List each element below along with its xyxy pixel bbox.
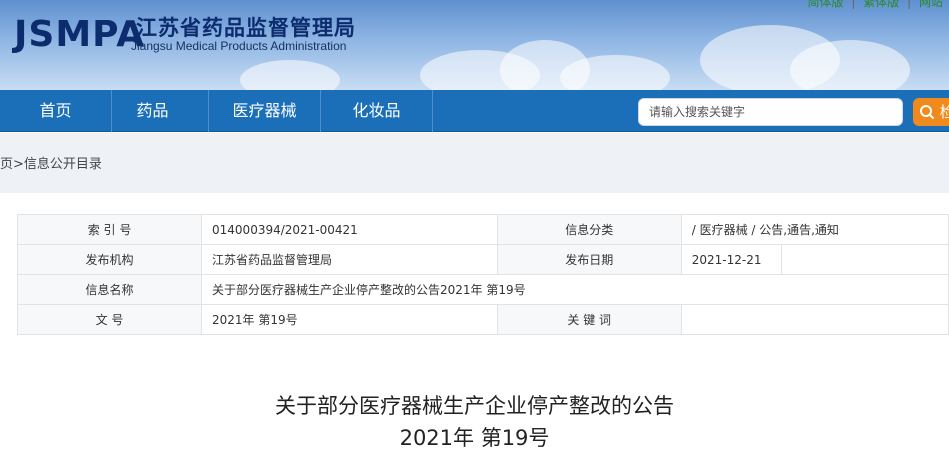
- info-name-label: 信息名称: [16, 274, 203, 305]
- article-subtitle: 2021年 第19号: [399, 426, 550, 450]
- search-button[interactable]: 检: [913, 98, 949, 126]
- search-button-label: 检: [939, 103, 949, 121]
- category-value: / 医疗器械 / 公告,通告,通知: [680, 214, 949, 245]
- table-row: 发布机构 江苏省药品监督管理局 发布日期 2021-12-21: [16, 244, 949, 275]
- keywords-value: [680, 304, 949, 335]
- org-name-cn: 江苏省药品监督管理局: [136, 16, 356, 40]
- site-link[interactable]: 网站: [919, 0, 943, 9]
- site-logo[interactable]: JSMPA: [14, 14, 145, 55]
- nav-item-medical-devices[interactable]: 医疗器械: [209, 90, 321, 132]
- breadcrumb[interactable]: 页>信息公开目录: [0, 153, 102, 172]
- publish-date-value: 2021-12-21: [680, 244, 782, 275]
- cloud-decoration: [240, 60, 340, 90]
- nav-item-home[interactable]: 首页: [0, 90, 112, 132]
- separator: |: [907, 0, 912, 9]
- doc-number-label: 文 号: [16, 304, 203, 335]
- table-row: 索 引 号 014000394/2021-00421 信息分类 / 医疗器械 /…: [16, 214, 949, 245]
- info-meta-table: 索 引 号 014000394/2021-00421 信息分类 / 医疗器械 /…: [16, 214, 949, 335]
- doc-number-value: 2021年 第19号: [201, 304, 498, 335]
- search-input[interactable]: 请输入搜索关键字: [638, 98, 903, 126]
- table-row: 文 号 2021年 第19号 关 键 词: [16, 304, 949, 335]
- separator: |: [851, 0, 856, 9]
- keywords-label: 关 键 词: [496, 304, 682, 335]
- article-title: 关于部分医疗器械生产企业停产整改的公告: [275, 394, 674, 418]
- index-number-value: 014000394/2021-00421: [201, 214, 498, 245]
- info-name-value: 关于部分医疗器械生产企业停产整改的公告2021年 第19号: [201, 274, 949, 305]
- search-icon: [920, 105, 935, 120]
- breadcrumb-bar: 页>信息公开目录: [0, 133, 949, 193]
- nav-item-cosmetics[interactable]: 化妆品: [321, 90, 433, 132]
- cloud-decoration: [790, 40, 910, 90]
- simplified-link[interactable]: 简体版: [808, 0, 844, 9]
- cloud-decoration: [560, 55, 670, 90]
- empty-cell: [780, 244, 949, 275]
- top-links: 简体版 | 繁体版 | 网站: [804, 0, 943, 10]
- category-label: 信息分类: [496, 214, 682, 245]
- publish-date-label: 发布日期: [496, 244, 682, 275]
- table-row: 信息名称 关于部分医疗器械生产企业停产整改的公告2021年 第19号: [16, 274, 949, 305]
- nav-item-drugs[interactable]: 药品: [97, 90, 209, 132]
- org-name-en: Jiangsu Medical Products Administration: [131, 39, 347, 53]
- index-number-label: 索 引 号: [16, 214, 203, 245]
- header-banner: JSMPA 江苏省药品监督管理局 Jiangsu Medical Product…: [0, 0, 949, 90]
- publisher-label: 发布机构: [16, 244, 203, 275]
- publisher-value: 江苏省药品监督管理局: [201, 244, 498, 275]
- traditional-link[interactable]: 繁体版: [863, 0, 899, 9]
